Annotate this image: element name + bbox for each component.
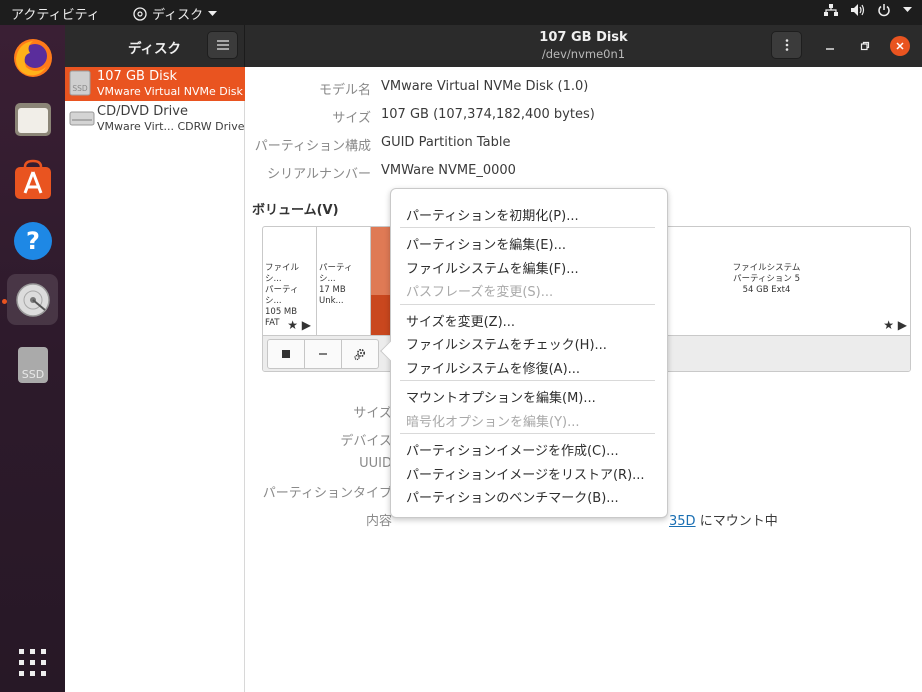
menu-item-format-partition[interactable]: パーティションを初期化(P)... — [406, 205, 579, 224]
delete-partition-button[interactable] — [304, 339, 342, 369]
mounted-star-play-icon: ★ ▶ — [883, 318, 907, 332]
menu-item-benchmark[interactable]: パーティションのベンチマーク(B)... — [406, 487, 619, 506]
activities-button[interactable]: アクティビティ — [11, 4, 100, 23]
detail-value-size: 107 GB (107,374,182,400 bytes) — [381, 107, 595, 122]
menu-item-create-image[interactable]: パーティションイメージを作成(C)... — [406, 440, 619, 459]
minimize-icon — [826, 48, 834, 50]
power-icon — [877, 3, 891, 17]
disk-name: 107 GB Disk — [97, 69, 177, 84]
files-icon — [14, 102, 51, 136]
partition-label-contents: 内容 — [365, 514, 392, 529]
caret-down-icon — [903, 7, 912, 13]
volumes-heading: ボリューム(V) — [252, 203, 339, 218]
menu-item-edit-partition[interactable]: パーティションを編集(E)... — [406, 234, 566, 253]
show-apps-button[interactable] — [7, 637, 58, 688]
disk-menu-button[interactable] — [771, 31, 802, 59]
header-bar: ディスク 107 GB Disk /dev/nvme0n1 — [65, 25, 922, 67]
stop-icon — [282, 350, 290, 358]
network-icon — [824, 3, 838, 17]
partition-label-uuid: UUID — [359, 456, 392, 471]
menu-separator — [400, 380, 655, 381]
disks-app-icon — [133, 6, 147, 21]
close-button[interactable] — [890, 36, 910, 56]
dock-disks[interactable] — [7, 274, 58, 325]
ssd-icon: SSD — [17, 346, 48, 383]
minus-icon — [319, 353, 327, 355]
menu-item-restore-image[interactable]: パーティションイメージをリストア(R)... — [406, 464, 645, 483]
volume-segment-selected[interactable] — [371, 227, 391, 335]
partition-label-size: サイズ — [353, 406, 392, 421]
minimize-button[interactable] — [820, 36, 840, 56]
app-menu-label: ディスク — [152, 8, 204, 23]
mount-status-text: にマウント中 — [699, 514, 778, 529]
detail-label-size: サイズ — [332, 111, 371, 126]
firefox-icon — [13, 38, 52, 77]
dock-firefox[interactable] — [7, 32, 58, 83]
menu-item-edit-encryption-options: 暗号化オプションを編集(Y)... — [406, 415, 580, 430]
maximize-button[interactable] — [855, 36, 875, 56]
hamburger-icon — [216, 40, 229, 50]
dock: ? SSD — [0, 25, 65, 692]
software-icon — [14, 159, 51, 199]
caret-down-icon — [208, 10, 218, 17]
help-icon: ? — [13, 221, 52, 260]
menu-item-repair-filesystem[interactable]: ファイルシステムを修復(A)... — [406, 358, 580, 377]
volume-icon — [850, 3, 865, 17]
unmount-button[interactable] — [267, 339, 305, 369]
svg-text:SSD: SSD — [72, 84, 88, 93]
disk-item-nvme[interactable]: SSD 107 GB Disk VMware Virtual NVMe Disk — [65, 67, 245, 101]
menu-item-edit-mount-options[interactable]: マウントオプションを編集(M)... — [406, 387, 596, 406]
partition-label-type: パーティションタイプ — [262, 486, 392, 501]
partition-options-button[interactable] — [341, 339, 379, 369]
disk-list: SSD 107 GB Disk VMware Virtual NVMe Disk… — [65, 67, 245, 692]
disks-icon — [15, 282, 50, 317]
vertical-dots-icon — [785, 39, 788, 51]
restore-icon — [860, 41, 870, 51]
dock-files[interactable] — [7, 93, 58, 144]
volume-segment-efi[interactable]: ファイルシ... パーティシ... 105 MB FAT ★ ▶ — [263, 227, 317, 335]
mount-point-link[interactable]: 35D — [669, 514, 696, 529]
gears-icon — [354, 348, 366, 361]
volume-segment-reserved[interactable]: パーティシ... 17 MB Unk... — [317, 227, 371, 335]
menu-separator — [400, 227, 655, 228]
dock-software[interactable] — [7, 154, 58, 205]
menu-separator — [400, 433, 655, 434]
partition-menu-popover: パーティションを初期化(P)... パーティションを編集(E)... ファイルシ… — [380, 188, 668, 518]
top-bar: アクティビティ ディスク — [0, 0, 922, 25]
ssd-drive-icon: SSD — [69, 70, 91, 100]
menu-separator — [400, 304, 655, 305]
detail-label-serial: シリアルナンバー — [267, 167, 371, 182]
mount-point-value: 35D にマウント中 — [669, 510, 778, 529]
menu-item-check-filesystem[interactable]: ファイルシステムをチェック(H)... — [406, 334, 607, 353]
menu-item-change-passphrase: パスフレーズを変更(S)... — [406, 285, 554, 300]
partition-label-device: デバイス — [340, 434, 392, 449]
disk-model: VMware Virtual NVMe Disk — [97, 85, 243, 98]
dock-ssd[interactable]: SSD — [7, 339, 58, 390]
detail-label-model: モデル名 — [318, 83, 371, 98]
detail-value-serial: VMWare NVME_0000 — [381, 163, 516, 178]
svg-text:SSD: SSD — [21, 368, 43, 381]
running-indicator — [2, 299, 7, 304]
app-grid-icon — [18, 648, 46, 676]
svg-text:?: ? — [26, 227, 40, 255]
detail-value-partitioning: GUID Partition Table — [381, 135, 511, 150]
sidebar-title: ディスク — [128, 41, 182, 57]
close-icon — [896, 42, 904, 50]
app-menu[interactable]: ディスク — [133, 4, 218, 23]
menu-item-resize[interactable]: サイズを変更(Z)... — [406, 311, 515, 330]
mounted-star-play-icon: ★ ▶ — [287, 318, 311, 332]
dock-help[interactable]: ? — [7, 215, 58, 266]
disk-name: CD/DVD Drive — [97, 104, 188, 119]
disk-model: VMware Virt... CDRW Drive — [97, 120, 245, 133]
optical-drive-icon — [69, 105, 95, 135]
detail-value-model: VMware Virtual NVMe Disk (1.0) — [381, 79, 589, 94]
menu-item-edit-filesystem[interactable]: ファイルシステムを編集(F)... — [406, 258, 579, 277]
disk-item-cdrom[interactable]: CD/DVD Drive VMware Virt... CDRW Drive — [65, 102, 245, 136]
detail-label-partitioning: パーティション構成 — [254, 139, 371, 154]
app-menu-button[interactable] — [207, 31, 238, 59]
sidebar-header: ディスク — [65, 25, 245, 67]
system-tray[interactable] — [824, 3, 912, 17]
